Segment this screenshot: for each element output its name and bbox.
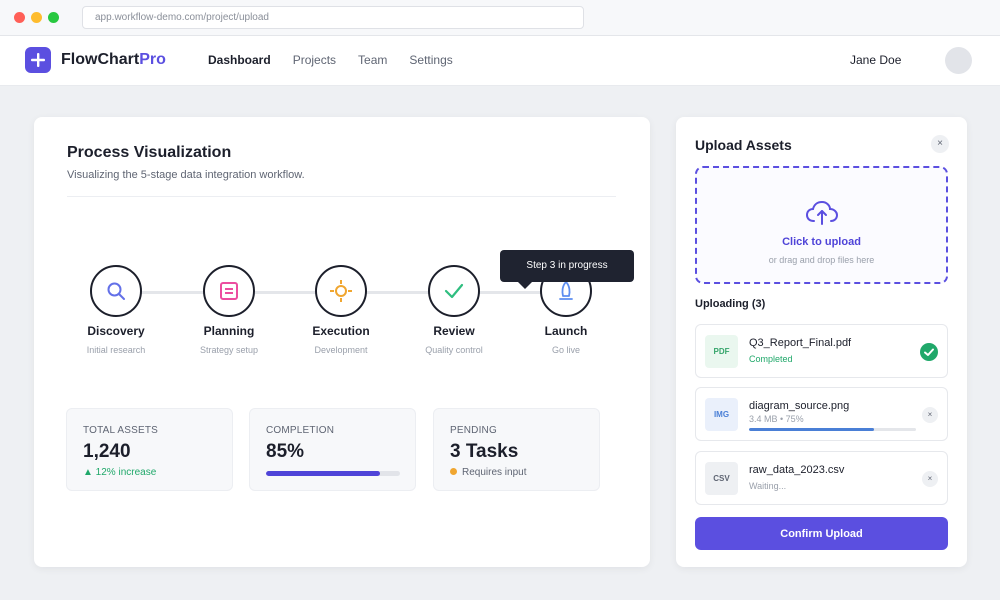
user-name[interactable]: Jane Doe	[850, 53, 901, 67]
step-review[interactable]: Review Quality control	[404, 265, 504, 355]
check-icon	[428, 265, 480, 317]
brand-name: FlowChartPro	[61, 51, 166, 68]
file-name: raw_data_2023.csv	[749, 464, 845, 476]
file-item: IMG diagram_source.png 3.4 MB • 75% ×	[695, 387, 948, 441]
status-dot-icon	[450, 468, 457, 475]
cloud-upload-icon	[805, 200, 839, 225]
step-description: Strategy setup	[199, 345, 259, 355]
document-list-icon	[203, 265, 255, 317]
maximize-window-dot[interactable]	[48, 12, 59, 23]
close-icon[interactable]: ×	[931, 135, 949, 153]
stat-trend: ▲ 12% increase	[83, 467, 157, 478]
main-nav: Dashboard Projects Team Settings	[208, 53, 475, 67]
image-file-icon: IMG	[705, 398, 738, 431]
completion-progress-fill	[266, 471, 380, 476]
step-name: Execution	[312, 324, 370, 338]
step-discovery[interactable]: Discovery Initial research	[66, 265, 166, 355]
file-name: diagram_source.png	[749, 400, 850, 412]
stat-total-assets: TOTAL ASSETS 1,240 ▲ 12% increase	[66, 408, 233, 491]
pdf-file-icon: PDF	[705, 335, 738, 368]
step-name: Launch	[544, 324, 588, 338]
step-description: Initial research	[86, 345, 146, 355]
stat-value: 85%	[266, 441, 305, 462]
stat-note: Requires input	[450, 467, 526, 478]
file-item: PDF Q3_Report_Final.pdf Completed	[695, 324, 948, 378]
stat-label: TOTAL ASSETS	[83, 425, 159, 436]
remove-file-icon[interactable]: ×	[922, 407, 938, 423]
file-status: 3.4 MB • 75%	[749, 414, 804, 424]
file-status: Completed	[749, 354, 793, 364]
step-name: Review	[433, 324, 475, 338]
minimize-window-dot[interactable]	[31, 12, 42, 23]
nav-projects[interactable]: Projects	[293, 53, 336, 67]
stat-completion: COMPLETION 85%	[249, 408, 416, 491]
nav-settings[interactable]: Settings	[409, 53, 452, 67]
upload-title: Upload Assets	[695, 137, 792, 153]
close-window-dot[interactable]	[14, 12, 25, 23]
avatar[interactable]	[945, 47, 972, 74]
completion-progress-bar	[266, 471, 400, 476]
file-progress-bar	[749, 428, 916, 431]
file-name: Q3_Report_Final.pdf	[749, 337, 852, 349]
completed-check-icon	[920, 343, 938, 361]
stat-label: PENDING	[450, 425, 497, 436]
step-name: Planning	[203, 324, 255, 338]
file-status: Waiting...	[749, 481, 787, 491]
step-description: Go live	[551, 345, 580, 355]
stat-value: 1,240	[83, 441, 131, 462]
confirm-upload-button[interactable]: Confirm Upload	[695, 517, 948, 550]
step-name: Discovery	[87, 324, 145, 338]
app-header: FlowChartPro Dashboard Projects Team Set…	[0, 36, 1000, 86]
nav-team[interactable]: Team	[358, 53, 387, 67]
upload-dropzone[interactable]: Click to upload or drag and drop files h…	[695, 166, 948, 284]
step-tooltip: Step 3 in progress	[500, 250, 634, 282]
uploading-heading: Uploading (3)	[695, 298, 766, 310]
divider	[67, 196, 616, 197]
csv-file-icon: CSV	[705, 462, 738, 495]
browser-chrome: app.workflow-demo.com/project/upload	[0, 0, 1000, 36]
process-card: Process Visualization Visualizing the 5-…	[34, 117, 650, 567]
upload-panel: Upload Assets × Click to upload or drag …	[676, 117, 967, 567]
stat-value: 3 Tasks	[450, 441, 519, 462]
dropzone-subtitle: or drag and drop files here	[768, 255, 875, 265]
page-subtitle: Visualizing the 5-stage data integration…	[67, 169, 305, 181]
stat-label: COMPLETION	[266, 425, 335, 436]
nav-dashboard[interactable]: Dashboard	[208, 53, 271, 67]
target-icon	[315, 265, 367, 317]
address-bar[interactable]: app.workflow-demo.com/project/upload	[82, 6, 584, 29]
step-planning[interactable]: Planning Strategy setup	[179, 265, 279, 355]
step-description: Quality control	[425, 345, 483, 355]
search-icon	[90, 265, 142, 317]
step-execution[interactable]: Execution Development	[291, 265, 391, 355]
dropzone-title: Click to upload	[782, 236, 861, 248]
tooltip-arrow	[518, 282, 532, 289]
step-description: Development	[314, 345, 368, 355]
stat-pending: PENDING 3 Tasks Requires input	[433, 408, 600, 491]
file-progress-fill	[749, 428, 875, 431]
remove-file-icon[interactable]: ×	[922, 471, 938, 487]
file-item: CSV raw_data_2023.csv Waiting... ×	[695, 451, 948, 505]
page-title: Process Visualization	[67, 144, 232, 161]
plus-icon	[31, 53, 45, 67]
logo-icon[interactable]	[25, 47, 51, 73]
